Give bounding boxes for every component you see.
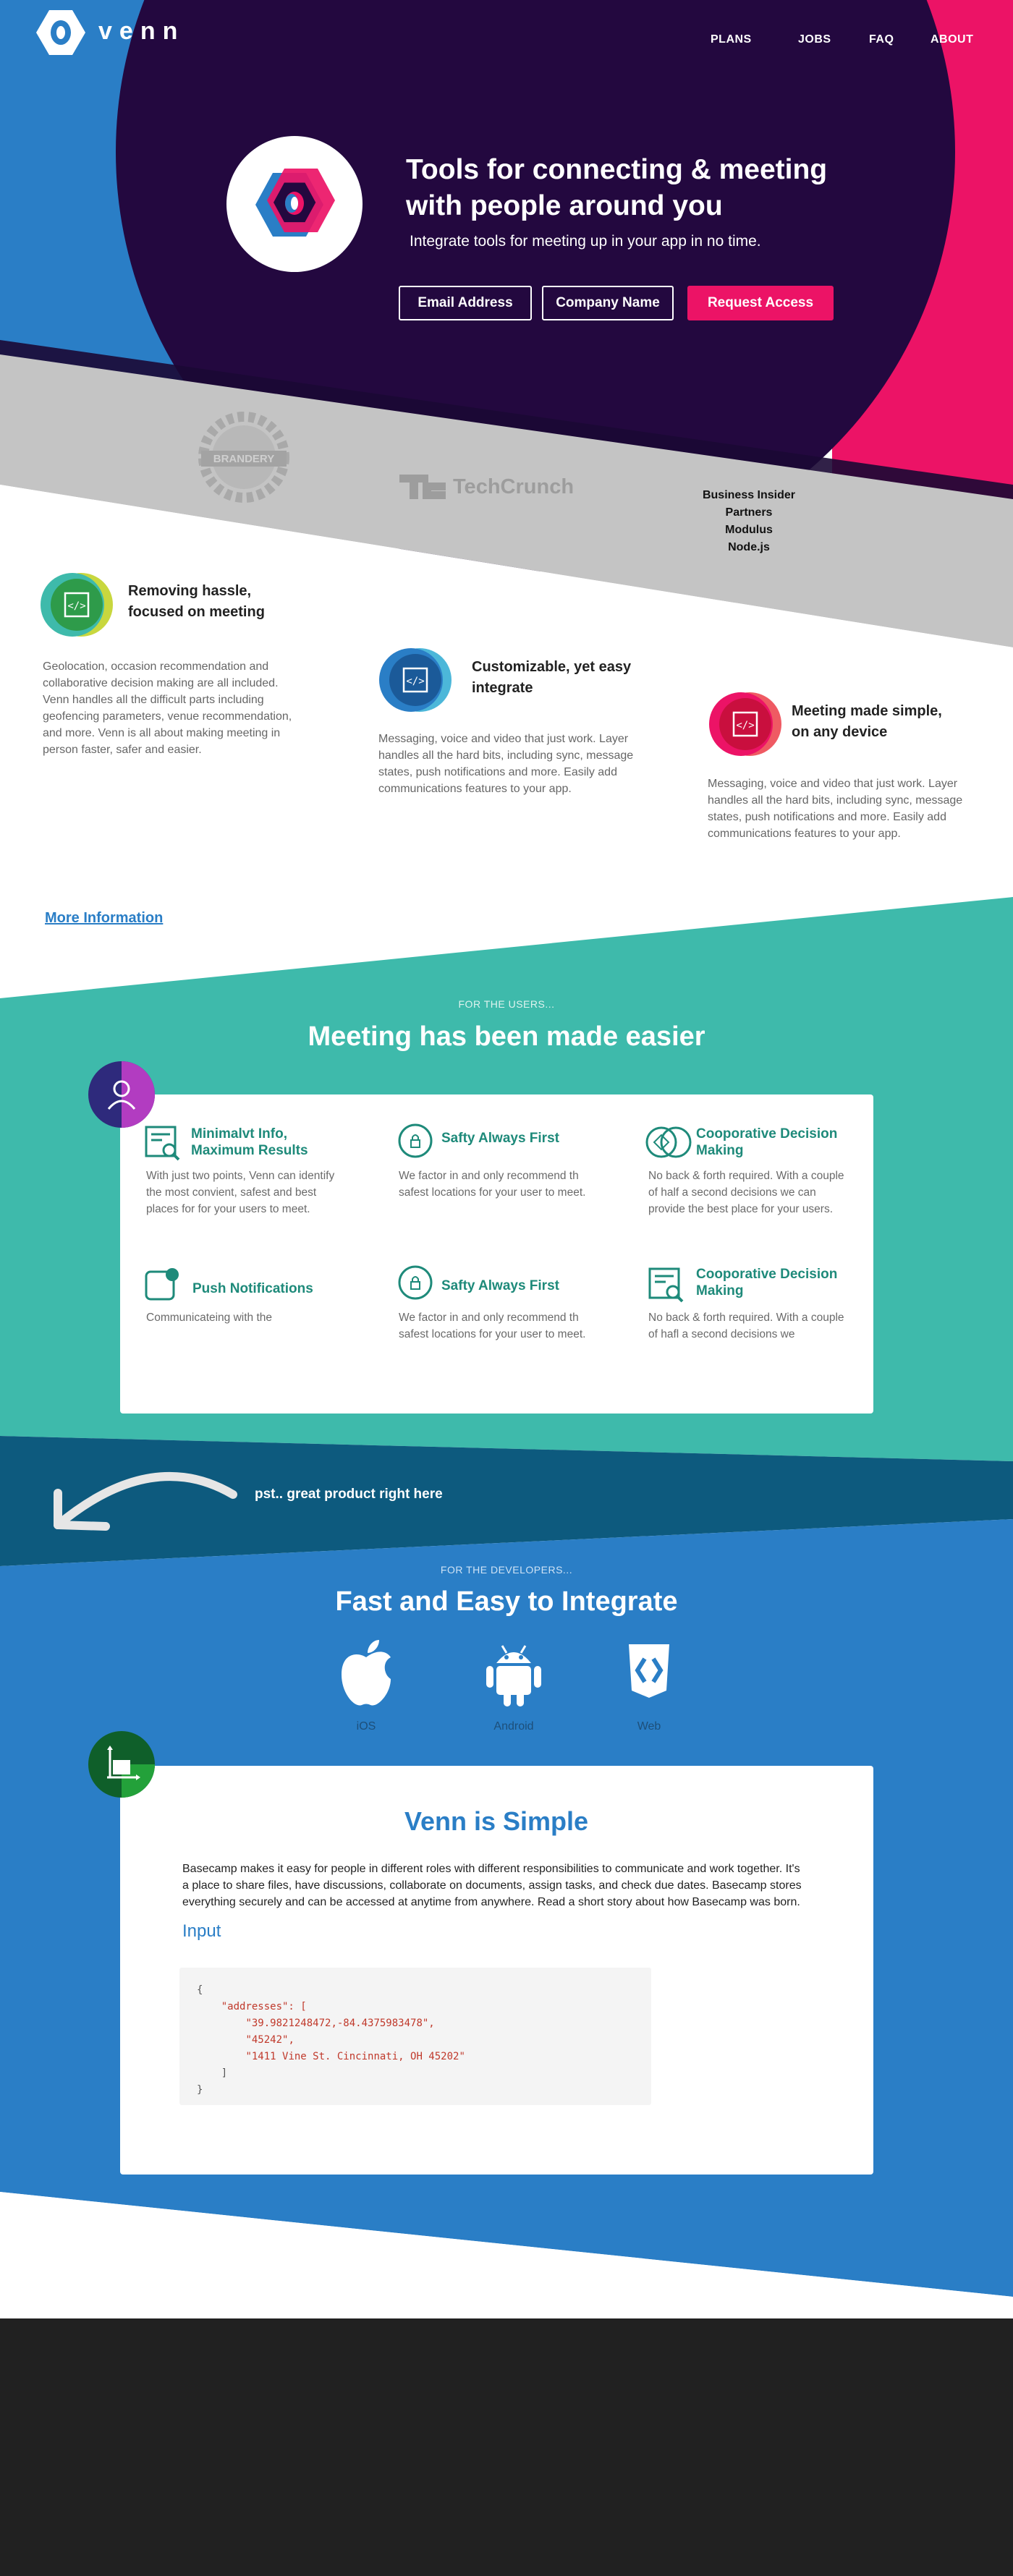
- users-item-title-6: Cooporative Decision Making: [696, 1267, 838, 1298]
- platform-label-android: Android: [493, 1720, 534, 1733]
- code-line: ]: [221, 2067, 228, 2079]
- feature-text-2: Messaging, voice and video that just wor…: [378, 733, 634, 795]
- android-icon: [486, 1645, 541, 1706]
- techcrunch-text: TechCrunch: [453, 475, 575, 498]
- chart-doc-icon: [145, 1126, 181, 1162]
- apple-icon: [342, 1640, 391, 1706]
- feature-title-2: Customizable, yet easy integrate: [472, 659, 632, 696]
- code-sample: { "addresses": [ "39.9821248472,-84.4375…: [179, 1968, 651, 2105]
- users-item-title-3: Cooporative Decision Making: [696, 1126, 838, 1158]
- tagline-text: pst.. great product right here: [255, 1487, 443, 1502]
- developers-section-title: Fast and Easy to Integrate: [335, 1586, 678, 1617]
- nav-jobs[interactable]: JOBS: [798, 33, 831, 46]
- hero-title: Tools for connecting & meeting with peop…: [406, 154, 828, 221]
- feature-icon-red: </>: [708, 691, 789, 761]
- lock-icon: [397, 1123, 433, 1159]
- code-line: "39.9821248472,-84.4375983478",: [245, 2018, 435, 2029]
- lock-icon: [397, 1264, 433, 1301]
- crop-tool-badge: [88, 1731, 155, 1798]
- developers-section-tag: FOR THE DEVELOPERS...: [440, 1564, 573, 1576]
- users-item-text-5: We factor in and only recommend th safes…: [399, 1312, 586, 1340]
- svg-text:</>: </>: [736, 720, 754, 731]
- platform-web[interactable]: Web: [613, 1638, 685, 1733]
- users-item-title-1: Minimalvt Info, Maximum Results: [191, 1126, 308, 1158]
- platform-label-ios: iOS: [356, 1720, 376, 1733]
- venn-logo[interactable]: [35, 9, 87, 56]
- users-item-text-6: No back & forth required. With a couple …: [648, 1312, 844, 1340]
- feature-text-3: Messaging, voice and video that just wor…: [708, 778, 963, 840]
- users-item-title-5: Safty Always First: [441, 1278, 559, 1293]
- nav-about[interactable]: ABOUT: [931, 33, 973, 46]
- feature-text-1: Geolocation, occasion recommendation and…: [43, 660, 292, 756]
- more-information-link[interactable]: More Information: [45, 910, 163, 927]
- brand-name: venn: [98, 17, 185, 45]
- partner-list: Business Insider Partners Modulus Node.j…: [687, 487, 810, 556]
- venn-simple-text: Basecamp makes it easy for people in dif…: [182, 1863, 802, 1908]
- users-section-tag: FOR THE USERS...: [458, 998, 555, 1010]
- feature-title-1: Removing hassle, focused on meeting: [128, 583, 265, 620]
- techcrunch-logo: TechCrunch: [399, 475, 574, 499]
- notification-icon: [145, 1267, 181, 1304]
- code-line: }: [197, 2084, 203, 2096]
- email-address-input[interactable]: Email Address: [399, 286, 532, 320]
- company-name-input[interactable]: Company Name: [542, 286, 674, 320]
- svg-text:</>: </>: [67, 600, 85, 612]
- users-item-text-3: No back & forth required. With a couple …: [648, 1170, 844, 1215]
- hero-subtitle: Integrate tools for meeting up in your a…: [410, 233, 761, 250]
- nav-faq[interactable]: FAQ: [869, 33, 894, 46]
- venn-simple-title: Venn is Simple: [404, 1806, 589, 1836]
- user-avatar-badge: [88, 1061, 155, 1128]
- partner-item: Business Insider: [702, 489, 796, 501]
- code-line: "1411 Vine St. Cincinnati, OH 45202": [245, 2051, 465, 2062]
- users-item-text-4: Communicateing with the: [146, 1312, 273, 1324]
- code-line: "addresses": [: [221, 2001, 307, 2012]
- platform-ios[interactable]: iOS: [330, 1638, 402, 1733]
- partner-item: Modulus: [725, 524, 773, 536]
- svg-text:</>: </>: [406, 676, 424, 687]
- feature-title-3: Meeting made simple, on any device: [792, 703, 942, 740]
- logo-icon: [36, 10, 85, 55]
- brandery-logo: BRANDERY: [197, 410, 291, 504]
- platform-android[interactable]: Android: [478, 1638, 550, 1733]
- code-line: "45242",: [245, 2034, 294, 2046]
- partner-item: Node.js: [728, 541, 770, 553]
- users-section-title: Meeting has been made easier: [308, 1021, 705, 1052]
- feature-icon-blue: </>: [378, 647, 459, 717]
- platform-label-web: Web: [637, 1720, 661, 1733]
- code-line: {: [197, 1984, 203, 1996]
- code-red-icon: </>: [709, 692, 781, 756]
- code-green-icon: </>: [41, 573, 113, 637]
- crop-icon: [88, 1731, 155, 1798]
- html5-icon: [629, 1644, 669, 1698]
- curved-arrow-icon: [43, 1461, 246, 1534]
- users-item-title-4: Push Notifications: [192, 1281, 313, 1296]
- cooperation-icon: [645, 1124, 692, 1160]
- brandery-gear-icon: BRANDERY: [198, 412, 289, 503]
- nav-plans[interactable]: PLANS: [711, 33, 752, 46]
- users-item-text-1: With just two points, Venn can identify …: [146, 1170, 335, 1215]
- code-blue-icon: </>: [379, 648, 452, 712]
- venn-hexagon-icon: [255, 169, 335, 237]
- hero-logo-badge: [226, 136, 363, 272]
- request-access-button[interactable]: Request Access: [687, 286, 834, 320]
- techcrunch-mark-icon: [399, 475, 446, 499]
- input-label: Input: [182, 1921, 221, 1941]
- feature-icon-green: </>: [41, 571, 122, 642]
- users-item-title-2: Safty Always First: [441, 1131, 559, 1146]
- partner-item: Partners: [725, 506, 773, 519]
- brandery-text: BRANDERY: [213, 453, 274, 465]
- user-icon: [88, 1061, 155, 1128]
- users-item-text-2: We factor in and only recommend th safes…: [399, 1170, 586, 1199]
- chart-doc-icon: [648, 1267, 684, 1304]
- footer: [0, 2318, 1013, 2576]
